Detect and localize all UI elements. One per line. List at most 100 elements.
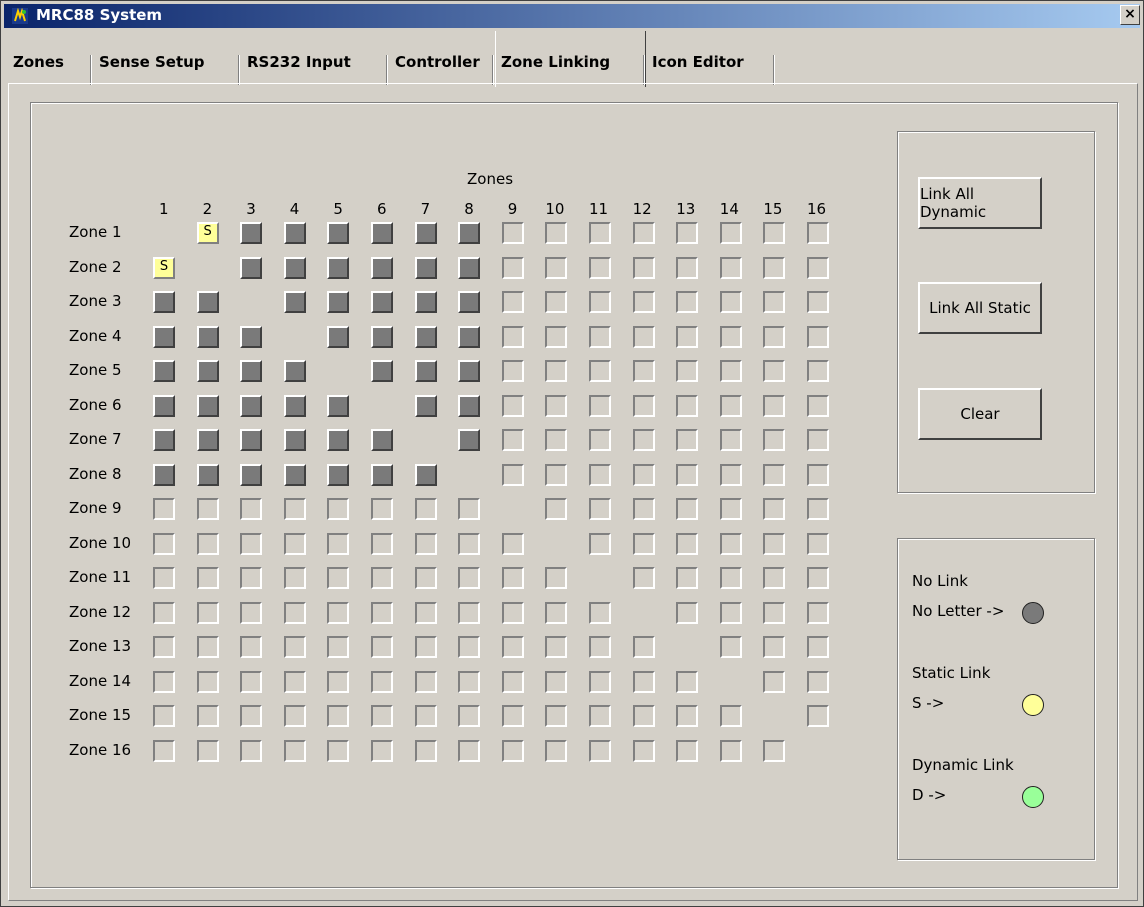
link-cell[interactable] (807, 394, 829, 417)
link-cell[interactable] (807, 325, 829, 348)
link-cell[interactable] (283, 670, 306, 693)
link-cell[interactable] (545, 498, 568, 520)
link-cell[interactable] (240, 739, 263, 762)
no-link-cell[interactable] (414, 360, 437, 382)
link-cell[interactable] (545, 360, 568, 382)
link-cell[interactable] (719, 567, 742, 589)
link-cell[interactable] (153, 532, 175, 555)
link-cell[interactable] (327, 705, 350, 727)
link-cell[interactable] (153, 739, 175, 762)
no-link-cell[interactable] (371, 291, 393, 313)
link-cell[interactable] (763, 256, 786, 279)
link-cell[interactable] (589, 739, 611, 762)
link-cell[interactable] (414, 636, 437, 658)
no-link-cell[interactable] (240, 360, 263, 382)
link-cell[interactable] (283, 705, 306, 727)
no-link-cell[interactable] (371, 325, 393, 348)
close-button[interactable]: × (1120, 5, 1140, 25)
link-cell[interactable] (240, 567, 263, 589)
no-link-cell[interactable] (153, 394, 175, 417)
no-link-cell[interactable] (283, 256, 306, 279)
link-cell[interactable] (807, 636, 829, 658)
tab-rs232-input[interactable]: RS232 Input (247, 53, 351, 71)
link-cell[interactable] (632, 636, 655, 658)
link-cell[interactable] (153, 498, 175, 520)
link-cell[interactable] (327, 670, 350, 693)
link-cell[interactable] (589, 463, 611, 486)
link-cell[interactable] (545, 739, 568, 762)
link-cell[interactable] (676, 705, 699, 727)
link-cell[interactable] (501, 532, 524, 555)
link-cell[interactable] (458, 567, 481, 589)
link-cell[interactable] (632, 291, 655, 313)
clear-button[interactable]: Clear (918, 388, 1042, 440)
no-link-cell[interactable] (196, 463, 219, 486)
title-bar[interactable]: MRC88 System × (4, 4, 1140, 28)
link-cell[interactable] (807, 360, 829, 382)
link-cell[interactable] (196, 705, 219, 727)
link-cell[interactable] (807, 567, 829, 589)
tab-sense-setup[interactable]: Sense Setup (99, 53, 205, 71)
link-cell[interactable] (545, 256, 568, 279)
link-cell[interactable] (676, 567, 699, 589)
link-cell[interactable] (807, 291, 829, 313)
link-cell[interactable] (676, 222, 699, 244)
link-cell[interactable] (240, 705, 263, 727)
link-cell[interactable] (676, 498, 699, 520)
link-cell[interactable] (763, 222, 786, 244)
link-cell[interactable] (545, 325, 568, 348)
link-cell[interactable] (676, 256, 699, 279)
link-cell[interactable] (501, 394, 524, 417)
link-cell[interactable] (763, 498, 786, 520)
link-cell[interactable] (763, 463, 786, 486)
link-cell[interactable] (458, 601, 481, 624)
link-cell[interactable] (589, 325, 611, 348)
link-cell[interactable] (763, 739, 786, 762)
link-cell[interactable] (371, 601, 393, 624)
link-cell[interactable] (153, 601, 175, 624)
link-cell[interactable] (414, 567, 437, 589)
link-cell[interactable] (501, 463, 524, 486)
link-cell[interactable] (545, 567, 568, 589)
link-cell[interactable] (501, 636, 524, 658)
link-cell[interactable] (153, 567, 175, 589)
link-cell[interactable] (196, 739, 219, 762)
link-cell[interactable] (589, 394, 611, 417)
link-cell[interactable] (240, 636, 263, 658)
link-cell[interactable] (371, 532, 393, 555)
link-cell[interactable] (589, 222, 611, 244)
link-cell[interactable] (763, 670, 786, 693)
link-cell[interactable] (589, 256, 611, 279)
link-cell[interactable] (371, 739, 393, 762)
link-cell[interactable] (763, 429, 786, 451)
link-cell[interactable] (589, 532, 611, 555)
link-cell[interactable] (589, 429, 611, 451)
link-cell[interactable] (719, 429, 742, 451)
link-cell[interactable] (676, 360, 699, 382)
link-cell[interactable] (327, 498, 350, 520)
no-link-cell[interactable] (153, 429, 175, 451)
link-cell[interactable] (632, 394, 655, 417)
link-cell[interactable] (807, 601, 829, 624)
no-link-cell[interactable] (240, 429, 263, 451)
no-link-cell[interactable] (196, 291, 219, 313)
link-cell[interactable] (719, 498, 742, 520)
no-link-cell[interactable] (458, 325, 481, 348)
link-cell[interactable] (196, 498, 219, 520)
no-link-cell[interactable] (458, 394, 481, 417)
link-cell[interactable] (196, 532, 219, 555)
link-cell[interactable] (153, 670, 175, 693)
link-cell[interactable] (545, 463, 568, 486)
link-cell[interactable] (240, 532, 263, 555)
no-link-cell[interactable] (327, 463, 350, 486)
link-cell[interactable] (632, 670, 655, 693)
link-cell[interactable] (371, 567, 393, 589)
link-cell[interactable] (632, 256, 655, 279)
link-cell[interactable] (414, 739, 437, 762)
link-cell[interactable] (501, 325, 524, 348)
no-link-cell[interactable] (240, 222, 263, 244)
link-cell[interactable] (414, 532, 437, 555)
link-cell[interactable] (283, 567, 306, 589)
link-cell[interactable] (807, 429, 829, 451)
link-cell[interactable] (589, 291, 611, 313)
